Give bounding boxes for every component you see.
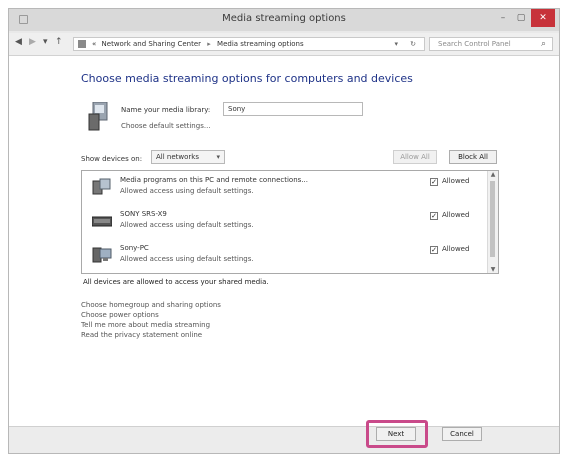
back-arrow-icon[interactable]: ◀ bbox=[15, 37, 22, 47]
show-devices-select[interactable]: All networks ▾ bbox=[151, 150, 225, 164]
cancel-button[interactable]: Cancel bbox=[442, 427, 482, 441]
library-name-input[interactable]: Sony bbox=[223, 102, 363, 116]
link-homegroup[interactable]: Choose homegroup and sharing options bbox=[81, 300, 221, 310]
next-button[interactable]: Next bbox=[376, 427, 416, 441]
speaker-device-icon bbox=[92, 216, 112, 227]
search-input[interactable]: Search Control Panel ⌕ bbox=[429, 37, 553, 51]
block-all-button[interactable]: Block All bbox=[449, 150, 497, 164]
minimize-button[interactable]: – bbox=[495, 9, 511, 27]
default-settings-link[interactable]: Choose default settings... bbox=[121, 122, 211, 130]
window-title: Media streaming options bbox=[222, 13, 346, 24]
breadcrumb-item-network[interactable]: Network and Sharing Center bbox=[102, 40, 202, 48]
search-icon[interactable]: ⌕ bbox=[541, 38, 546, 50]
scroll-thumb[interactable] bbox=[490, 181, 495, 257]
close-button[interactable]: ✕ bbox=[531, 9, 555, 27]
refresh-icon[interactable]: ↻ bbox=[410, 38, 416, 50]
control-panel-icon bbox=[78, 40, 86, 48]
media-library-icon bbox=[88, 102, 108, 131]
chevron-down-icon: ▾ bbox=[216, 153, 220, 161]
show-devices-label: Show devices on: bbox=[81, 155, 143, 163]
breadcrumb-item-media[interactable]: Media streaming options bbox=[217, 40, 304, 48]
title-bar: Media streaming options – ▢ ✕ bbox=[9, 9, 559, 31]
media-streaming-window: Media streaming options – ▢ ✕ ◀ ▶ ▾ ↑ « … bbox=[8, 8, 560, 454]
library-name-label: Name your media library: bbox=[121, 106, 211, 114]
chevron-down-icon[interactable]: ▾ bbox=[43, 37, 48, 47]
link-privacy-statement[interactable]: Read the privacy statement online bbox=[81, 330, 221, 340]
list-item[interactable]: SONY SRS-X9 Allowed access using default… bbox=[82, 207, 488, 237]
allow-all-button[interactable]: Allow All bbox=[393, 150, 437, 164]
list-item[interactable]: Sony-PC Allowed access using default set… bbox=[82, 241, 488, 271]
device-description: Allowed access using default settings. bbox=[120, 255, 254, 263]
chevron-down-icon[interactable]: ▾ bbox=[394, 38, 398, 50]
allowed-checkbox[interactable]: ✓ bbox=[430, 212, 438, 220]
scroll-up-icon[interactable]: ▲ bbox=[488, 171, 498, 178]
allowed-label: Allowed bbox=[442, 177, 470, 185]
scroll-down-icon[interactable]: ▼ bbox=[488, 266, 498, 273]
device-description: Allowed access using default settings. bbox=[120, 221, 254, 229]
related-links: Choose homegroup and sharing options Cho… bbox=[81, 300, 221, 340]
device-name: Sony-PC bbox=[120, 244, 149, 252]
forward-arrow-icon[interactable]: ▶ bbox=[29, 37, 36, 47]
device-name: Media programs on this PC and remote con… bbox=[120, 176, 308, 184]
list-item[interactable]: Media programs on this PC and remote con… bbox=[82, 173, 488, 203]
allowed-checkbox[interactable]: ✓ bbox=[430, 178, 438, 186]
up-arrow-icon[interactable]: ↑ bbox=[55, 37, 63, 47]
breadcrumb[interactable]: « Network and Sharing Center ▸ Media str… bbox=[73, 37, 425, 51]
device-description: Allowed access using default settings. bbox=[120, 187, 254, 195]
allowed-checkbox[interactable]: ✓ bbox=[430, 246, 438, 254]
search-placeholder: Search Control Panel bbox=[438, 40, 511, 48]
device-list-scrollbar[interactable]: ▲ ▼ bbox=[487, 171, 498, 273]
main-content: Choose media streaming options for compu… bbox=[9, 56, 559, 428]
allowed-label: Allowed bbox=[442, 211, 470, 219]
device-list: Media programs on this PC and remote con… bbox=[81, 170, 499, 274]
allowed-label: Allowed bbox=[442, 245, 470, 253]
access-summary: All devices are allowed to access your s… bbox=[83, 278, 269, 286]
link-media-streaming-info[interactable]: Tell me more about media streaming bbox=[81, 320, 221, 330]
breadcrumb-separator-icon: ▸ bbox=[207, 40, 211, 48]
breadcrumb-prefix: « bbox=[92, 40, 97, 48]
page-title: Choose media streaming options for compu… bbox=[81, 72, 413, 85]
maximize-button[interactable]: ▢ bbox=[513, 9, 529, 27]
device-name: SONY SRS-X9 bbox=[120, 210, 167, 218]
link-power-options[interactable]: Choose power options bbox=[81, 310, 221, 320]
select-value: All networks bbox=[156, 153, 199, 161]
address-bar: ◀ ▶ ▾ ↑ « Network and Sharing Center ▸ M… bbox=[9, 33, 559, 56]
computer-icon bbox=[92, 247, 112, 263]
media-program-icon bbox=[92, 178, 111, 195]
